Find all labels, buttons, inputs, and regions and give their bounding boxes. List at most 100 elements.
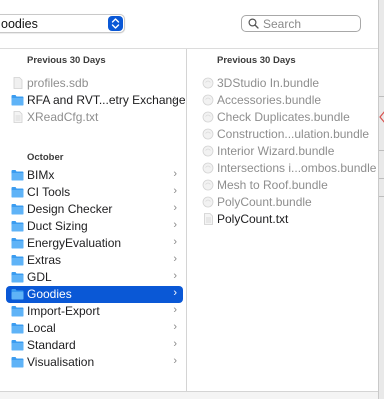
document-icon — [11, 77, 24, 89]
location-popup[interactable]: oodies — [0, 14, 125, 33]
list-item[interactable]: Construction...ulation.bundle — [196, 126, 376, 143]
folder-icon — [11, 305, 24, 317]
list-item-label: Design Checker — [27, 202, 113, 216]
folder-icon — [11, 220, 24, 232]
list-item-label: PolyCount.txt — [217, 212, 289, 226]
list-item-label: Goodies — [27, 287, 72, 301]
bundle-icon — [202, 145, 214, 157]
list-item-label: Intersections i...ombos.bundle — [217, 161, 377, 175]
folder-icon — [11, 254, 24, 266]
bundle-icon — [202, 162, 214, 174]
folder-icon — [11, 203, 24, 215]
edge-divider — [379, 196, 384, 197]
list-item-label: Extras — [27, 253, 62, 267]
chevron-right-icon: › — [173, 236, 177, 248]
chevron-right-icon: › — [173, 355, 177, 367]
list-item-label: EnergyEvaluation — [27, 236, 122, 250]
section-header-previous-30-days: Previous 30 Days — [217, 55, 296, 66]
list-item[interactable]: Interior Wizard.bundle — [196, 143, 376, 160]
chevron-right-icon: › — [173, 168, 177, 180]
folder-icon — [11, 356, 24, 368]
bundle-icon — [202, 128, 214, 140]
list-item[interactable]: Accessories.bundle — [196, 92, 376, 109]
list-item[interactable]: 3DStudio In.bundle — [196, 75, 376, 92]
section-header-october: October — [27, 152, 64, 163]
chevron-right-icon: › — [173, 270, 177, 282]
location-popup-label: oodies — [1, 17, 38, 31]
folder-item-design-checker[interactable]: Design Checker › — [6, 201, 183, 218]
chevron-right-icon: › — [173, 185, 177, 197]
list-item-label: profiles.sdb — [27, 76, 89, 90]
chevron-right-icon: › — [173, 287, 177, 299]
text-file-icon — [202, 213, 214, 225]
list-item-label: Local — [27, 321, 56, 335]
folder-item-bimx[interactable]: BIMx › — [6, 167, 183, 184]
edge-divider — [379, 178, 384, 179]
folder-item-ci-tools[interactable]: CI Tools › — [6, 184, 183, 201]
popup-arrows-icon[interactable] — [108, 16, 123, 31]
text-file-icon — [11, 111, 24, 123]
search-field[interactable]: Search — [241, 15, 361, 32]
chevron-right-icon: › — [173, 219, 177, 231]
list-item-label: XReadCfg.txt — [27, 110, 99, 124]
folder-item-duct-sizing[interactable]: Duct Sizing › — [6, 218, 183, 235]
search-icon — [248, 18, 259, 32]
warning-shape-icon — [379, 111, 384, 123]
folder-icon — [11, 169, 24, 181]
file-open-dialog: oodies Search Previous 30 Days profiles.… — [0, 0, 384, 399]
list-item[interactable]: RFA and RVT...etry Exchange › — [6, 92, 186, 109]
folder-icon — [11, 94, 24, 106]
folder-item-import-export[interactable]: Import-Export › — [6, 303, 183, 320]
list-item-label: BIMx — [27, 168, 55, 182]
folder-item-visualisation[interactable]: Visualisation › — [6, 354, 183, 371]
folder-icon — [11, 339, 24, 351]
bundle-icon — [202, 77, 214, 89]
folder-item-goodies[interactable]: Goodies › — [6, 286, 183, 303]
list-item-label: PolyCount.bundle — [217, 195, 312, 209]
list-item[interactable]: PolyCount.txt — [196, 211, 376, 228]
edge-divider — [379, 96, 384, 97]
list-item-label: Visualisation — [27, 355, 95, 369]
list-item[interactable]: Check Duplicates.bundle — [196, 109, 376, 126]
folder-item-energyevaluation[interactable]: EnergyEvaluation › — [6, 235, 183, 252]
folder-icon — [11, 322, 24, 334]
list-item[interactable]: XReadCfg.txt — [6, 109, 183, 126]
chevron-right-icon: › — [173, 93, 177, 105]
bundle-icon — [202, 94, 214, 106]
list-item-label: CI Tools — [27, 185, 71, 199]
list-item-label: Check Duplicates.bundle — [217, 110, 350, 124]
list-item-label: Import-Export — [27, 304, 100, 318]
list-item[interactable]: profiles.sdb — [6, 75, 183, 92]
background-window-edge — [378, 0, 384, 399]
list-item[interactable]: Intersections i...ombos.bundle — [196, 160, 376, 177]
list-item-label: 3DStudio In.bundle — [217, 76, 320, 90]
bundle-icon — [202, 111, 214, 123]
folder-item-extras[interactable]: Extras › — [6, 252, 183, 269]
list-item-label: Mesh to Roof.bundle — [217, 178, 328, 192]
list-item-label: GDL — [27, 270, 52, 284]
chevron-right-icon: › — [173, 253, 177, 265]
folder-item-local[interactable]: Local › — [6, 320, 183, 337]
folder-item-gdl[interactable]: GDL › — [6, 269, 183, 286]
search-placeholder: Search — [263, 17, 302, 31]
folder-icon — [11, 288, 24, 300]
dialog-bottom-bar — [0, 392, 378, 399]
list-item-label: Accessories.bundle — [217, 93, 322, 107]
section-header-previous-30-days: Previous 30 Days — [27, 55, 106, 66]
folder-icon — [11, 237, 24, 249]
chevron-right-icon: › — [173, 338, 177, 350]
list-item-label: Duct Sizing — [27, 219, 88, 233]
list-item-label: Interior Wizard.bundle — [217, 144, 335, 158]
chevron-right-icon: › — [173, 304, 177, 316]
list-item-label: Standard — [27, 338, 76, 352]
folder-item-standard[interactable]: Standard › — [6, 337, 183, 354]
list-item[interactable]: PolyCount.bundle — [196, 194, 376, 211]
edge-divider — [379, 150, 384, 151]
dialog-toolbar: oodies Search — [0, 0, 378, 48]
folder-icon — [11, 271, 24, 283]
list-item[interactable]: Mesh to Roof.bundle — [196, 177, 376, 194]
chevron-right-icon: › — [173, 202, 177, 214]
folder-icon — [11, 186, 24, 198]
bundle-icon — [202, 179, 214, 191]
chevron-right-icon: › — [173, 321, 177, 333]
